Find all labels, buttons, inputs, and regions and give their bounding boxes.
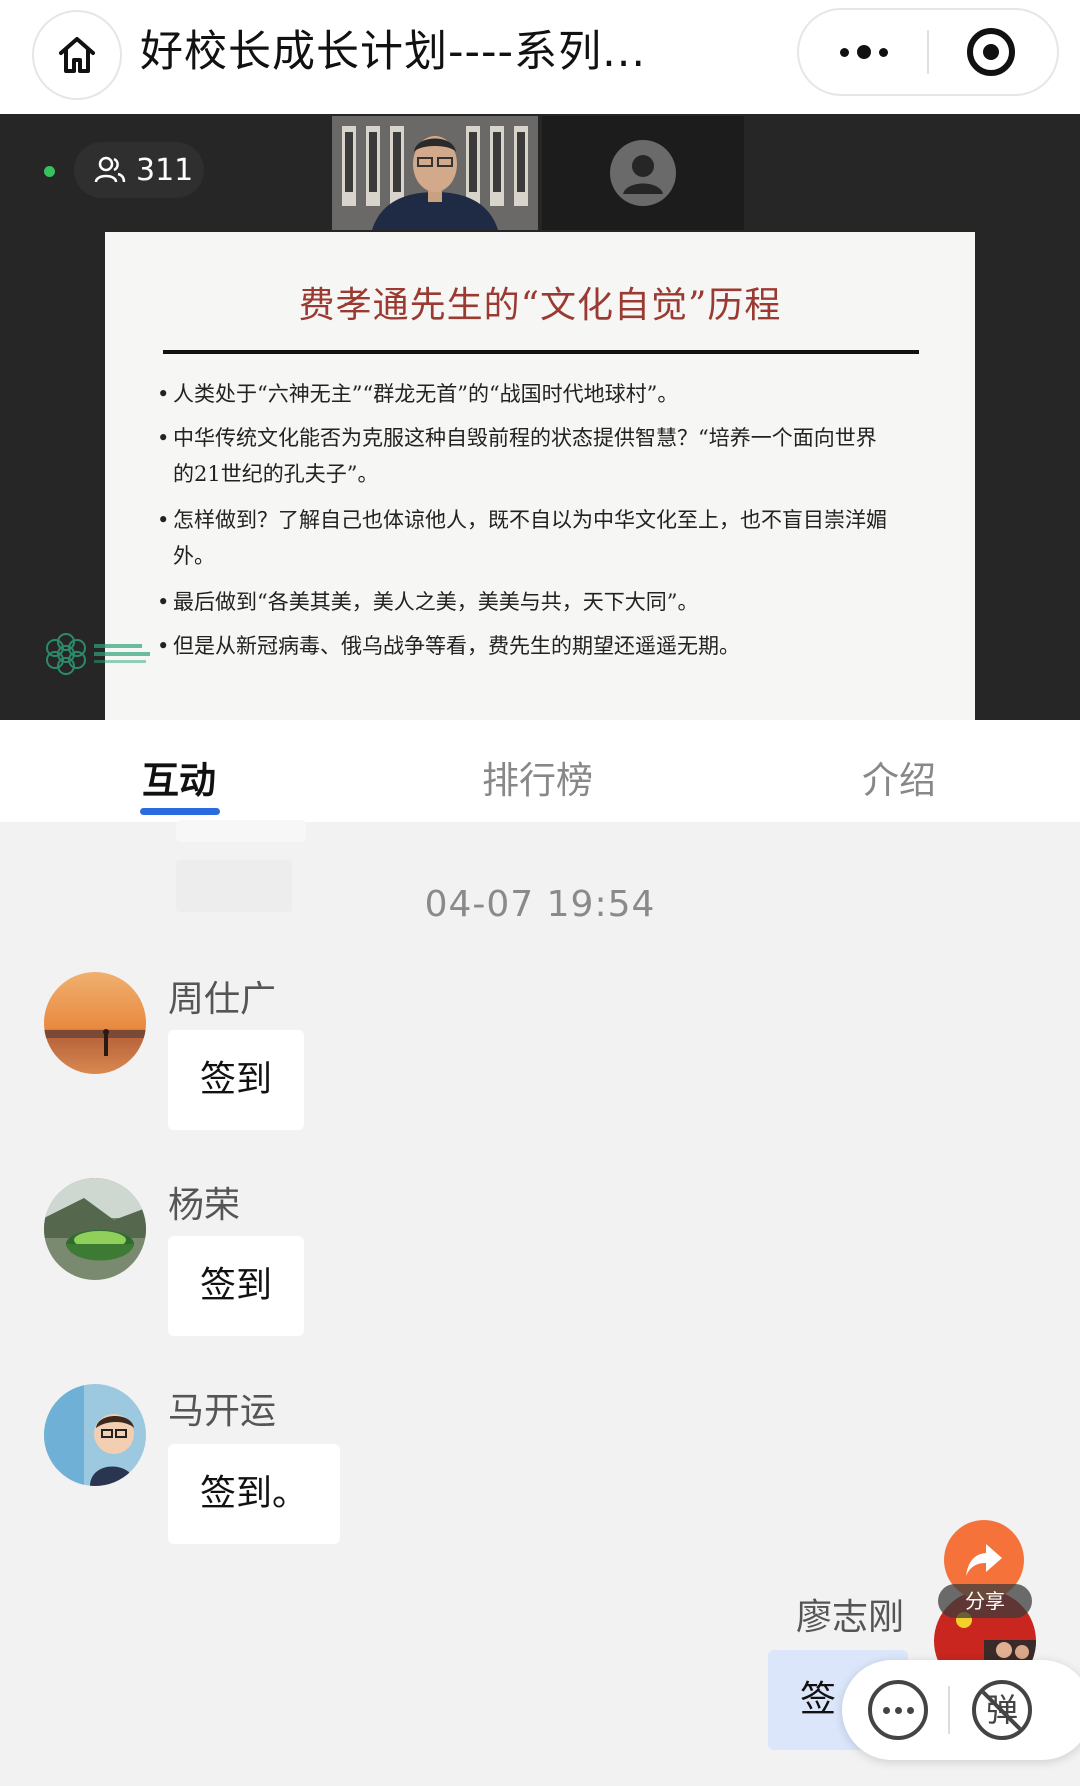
camera-off-tile[interactable] [542,116,744,230]
pill-divider [948,1686,950,1734]
tab-bar: 互动 排行榜 介绍 [0,720,1080,822]
avatar[interactable] [44,972,146,1074]
slide-bullet: 但是从新冠病毒、俄乌战争等看，费先生的期望还遥遥无期。 [157,628,893,664]
top-bar: 好校长成长计划----系列... [0,0,1080,114]
page-title: 好校长成长计划----系列... [140,27,647,77]
close-miniprogram-icon[interactable] [967,28,1015,76]
danmu-toggle-icon[interactable]: 弹 [972,1680,1032,1740]
tab-intro[interactable]: 介绍 [862,750,936,804]
foundation-logo [42,630,154,678]
chat-input-pill: 弹 [842,1660,1080,1760]
user-placeholder-icon [610,140,676,206]
slide-title-rule [163,350,919,354]
more-icon[interactable] [829,30,899,74]
miniprogram-capsule [797,8,1059,96]
avatar[interactable] [44,1384,146,1486]
presentation-slide: 费孝通先生的“文化自觉”历程 人类处于“六神无主”“群龙无首”的“战国时代地球村… [105,232,975,720]
share-label[interactable]: 分享 [938,1584,1032,1618]
slide-bullet: 中华传统文化能否为克服这种自毁前程的状态提供智慧？“培养一个面向世界的21世纪的… [157,420,893,492]
tab-ranking[interactable]: 排行榜 [482,750,593,804]
slide-bullet: 怎样做到？了解自己也体谅他人，既不自以为中华文化至上，也不盲目崇洋媚外。 [157,502,893,574]
previous-message-bubble [176,820,306,842]
viewer-count: 311 [136,152,194,188]
chat-username: 杨荣 [168,1185,241,1226]
chat-username: 廖志刚 [796,1597,905,1638]
live-indicator-dot [44,166,55,177]
active-tab-indicator [140,808,220,815]
chat-message-bubble[interactable]: 签到 [168,1236,305,1336]
tab-interact[interactable]: 互动 [142,750,216,804]
viewer-count-badge: 311 [74,142,204,198]
speaker-image [332,116,538,230]
slide-title: 费孝通先生的“文化自觉”历程 [298,285,782,326]
chat-message-bubble[interactable]: 签到 [168,1030,305,1130]
speaker-video-tile[interactable] [332,116,538,230]
chat-timestamp: 04-07 19:54 [424,884,656,925]
people-icon [94,156,126,183]
slide-bullet: 最后做到“各美其美，美人之美，美美与共，天下大同”。 [157,584,893,620]
avatar[interactable] [44,1178,146,1280]
home-button[interactable] [32,10,122,100]
comment-icon[interactable] [868,1680,928,1740]
capsule-divider [927,30,929,74]
chat-username: 马开运 [168,1391,277,1432]
chat-message-bubble[interactable]: 签到。 [168,1444,341,1544]
home-icon [59,37,95,73]
share-arrow-icon [966,1544,1002,1576]
slide-bullet: 人类处于“六神无主”“群龙无首”的“战国时代地球村”。 [157,376,893,412]
chat-username: 周仕广 [168,979,277,1020]
